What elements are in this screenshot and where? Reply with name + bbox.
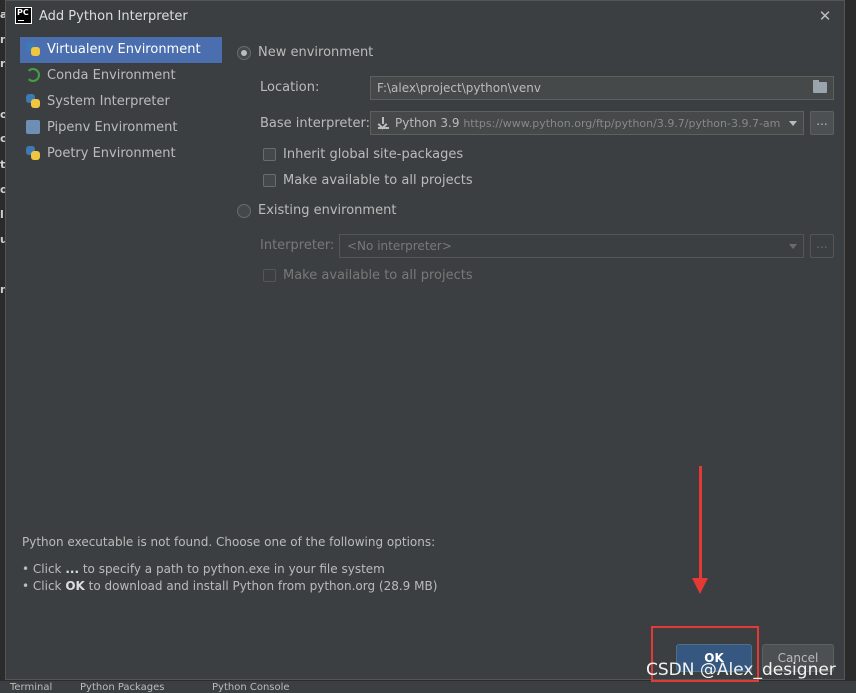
- existing-make-available-label: Make available to all projects: [283, 268, 473, 283]
- interpreter-browse-button[interactable]: ...: [810, 234, 834, 258]
- conda-icon: [26, 68, 40, 82]
- sidebar-item-label: Poetry Environment: [47, 146, 176, 161]
- folder-icon[interactable]: [813, 80, 827, 93]
- location-label: Location:: [260, 80, 320, 95]
- ide-right-strip: [845, 0, 856, 680]
- inherit-site-packages-label: Inherit global site-packages: [283, 147, 464, 162]
- chevron-down-icon: [789, 244, 797, 249]
- tab-python-console[interactable]: Python Console: [212, 682, 290, 693]
- make-available-checkbox[interactable]: [263, 174, 276, 187]
- sidebar-item-label: Pipenv Environment: [47, 120, 178, 135]
- chevron-down-icon: [789, 121, 797, 126]
- existing-environment-radio[interactable]: [237, 204, 251, 218]
- dialog-title: Add Python Interpreter: [39, 9, 188, 24]
- environment-type-list: Virtualenv Environment Conda Environment…: [20, 37, 222, 167]
- sidebar-item-conda[interactable]: Conda Environment: [20, 63, 222, 89]
- add-interpreter-dialog: PC Add Python Interpreter ✕ Virtualenv E…: [5, 0, 845, 680]
- ide-strip-text: l: [0, 208, 4, 221]
- base-interpreter-name: Python 3.9: [395, 116, 460, 130]
- close-icon[interactable]: ✕: [814, 5, 836, 27]
- dialog-titlebar: PC Add Python Interpreter ✕: [6, 1, 844, 33]
- download-icon: [378, 117, 389, 129]
- base-interpreter-url: https://www.python.org/ftp/python/3.9.7/…: [463, 117, 781, 130]
- python-not-found-message: Python executable is not found. Choose o…: [22, 535, 436, 549]
- location-value: F:\alex\project\python\venv: [377, 81, 541, 95]
- tab-python-packages[interactable]: Python Packages: [80, 682, 165, 693]
- interpreter-placeholder: <No interpreter>: [347, 239, 452, 253]
- pycharm-logo-icon: PC: [15, 7, 32, 24]
- sidebar-item-label: System Interpreter: [47, 94, 170, 109]
- interpreter-select[interactable]: <No interpreter>: [339, 234, 804, 258]
- inherit-site-packages-checkbox[interactable]: [263, 148, 276, 161]
- interpreter-label: Interpreter:: [260, 238, 335, 253]
- base-interpreter-label: Base interpreter:: [260, 116, 370, 131]
- sidebar-item-system[interactable]: System Interpreter: [20, 89, 222, 115]
- message-bullet-2: • Click OK to download and install Pytho…: [22, 579, 438, 593]
- python-icon: [26, 94, 40, 108]
- tab-terminal[interactable]: Terminal: [10, 682, 52, 693]
- watermark-text: CSDN @Alex_designer: [646, 660, 836, 680]
- existing-environment-label: Existing environment: [258, 203, 397, 218]
- existing-make-available-checkbox[interactable]: [263, 269, 276, 282]
- new-environment-radio[interactable]: [237, 46, 251, 60]
- sidebar-item-label: Conda Environment: [47, 68, 176, 83]
- pipenv-icon: [26, 120, 40, 134]
- sidebar-item-label: Virtualenv Environment: [47, 42, 201, 57]
- base-interpreter-select[interactable]: Python 3.9 https://www.python.org/ftp/py…: [370, 111, 804, 135]
- python-icon: [26, 146, 40, 160]
- base-interpreter-browse-button[interactable]: ...: [810, 111, 834, 135]
- sidebar-item-pipenv[interactable]: Pipenv Environment: [20, 115, 222, 141]
- message-bullet-1: • Click ... to specify a path to python.…: [22, 562, 385, 576]
- python-icon: [26, 42, 40, 56]
- sidebar-item-poetry[interactable]: Poetry Environment: [20, 141, 222, 167]
- sidebar-item-virtualenv[interactable]: Virtualenv Environment: [20, 37, 222, 63]
- make-available-label: Make available to all projects: [283, 173, 473, 188]
- location-input[interactable]: F:\alex\project\python\venv: [370, 76, 834, 100]
- new-environment-label: New environment: [258, 45, 374, 60]
- annotation-arrow-head: [692, 578, 708, 594]
- annotation-arrow: [699, 466, 702, 582]
